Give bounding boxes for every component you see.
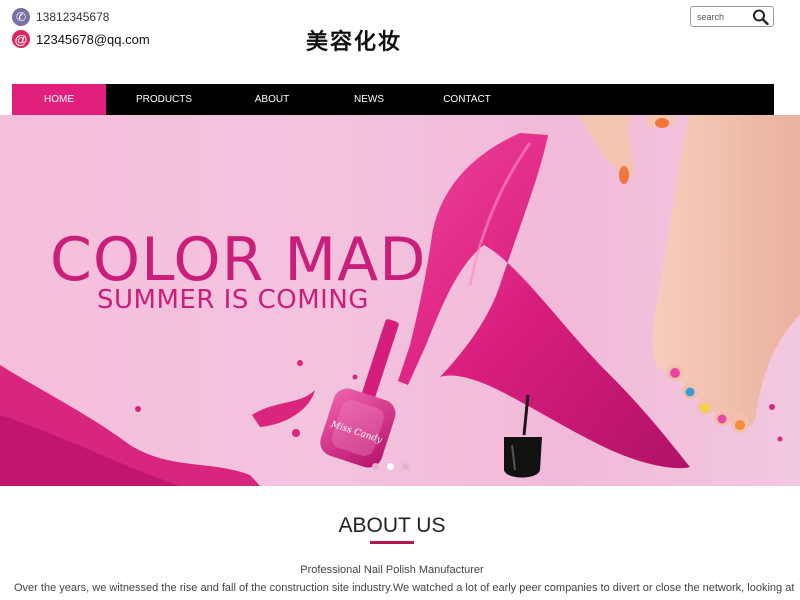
contact-info: ✆ 13812345678 @ 12345678@qq.com [12,6,150,50]
about-underline [370,541,414,544]
nail-polish-bottle: Miss Candy [320,319,399,468]
about-heading: ABOUT US [338,514,446,537]
phone-row: ✆ 13812345678 [12,6,150,28]
main-nav: HOME PRODUCTS ABOUT NEWS CONTACT [12,84,774,115]
slider-dot-2[interactable] [387,463,394,470]
slider-dots [372,463,409,470]
phone-number: 13812345678 [36,10,110,24]
slider-dot-1[interactable] [372,463,379,470]
search-button[interactable] [752,9,769,26]
high-heel-shoe [398,133,690,469]
search-input[interactable] [697,9,749,24]
nav-about[interactable]: ABOUT [222,84,322,115]
about-subtitle: Professional Nail Polish Manufacturer [300,564,484,576]
about-paragraph: Over the years, we witnessed the rise an… [14,582,794,594]
email-row: @ 12345678@qq.com [12,28,150,50]
slider-dot-3[interactable] [402,463,409,470]
nav-products[interactable]: PRODUCTS [106,84,222,115]
at-sign-icon: @ [12,30,30,48]
nav-news[interactable]: NEWS [322,84,416,115]
hero-banner[interactable]: Miss Candy COLOR MAD SUMMER IS COMING [0,115,800,486]
search-box [690,6,774,27]
nav-home[interactable]: HOME [12,84,106,115]
phone-icon: ✆ [12,8,30,26]
banner-subheadline: SUMMER IS COMING [97,285,369,315]
site-logo[interactable]: 美容化妆 [306,24,402,56]
magnifier-icon [753,9,769,26]
email-address[interactable]: 12345678@qq.com [36,32,150,47]
nav-contact[interactable]: CONTACT [416,84,518,115]
